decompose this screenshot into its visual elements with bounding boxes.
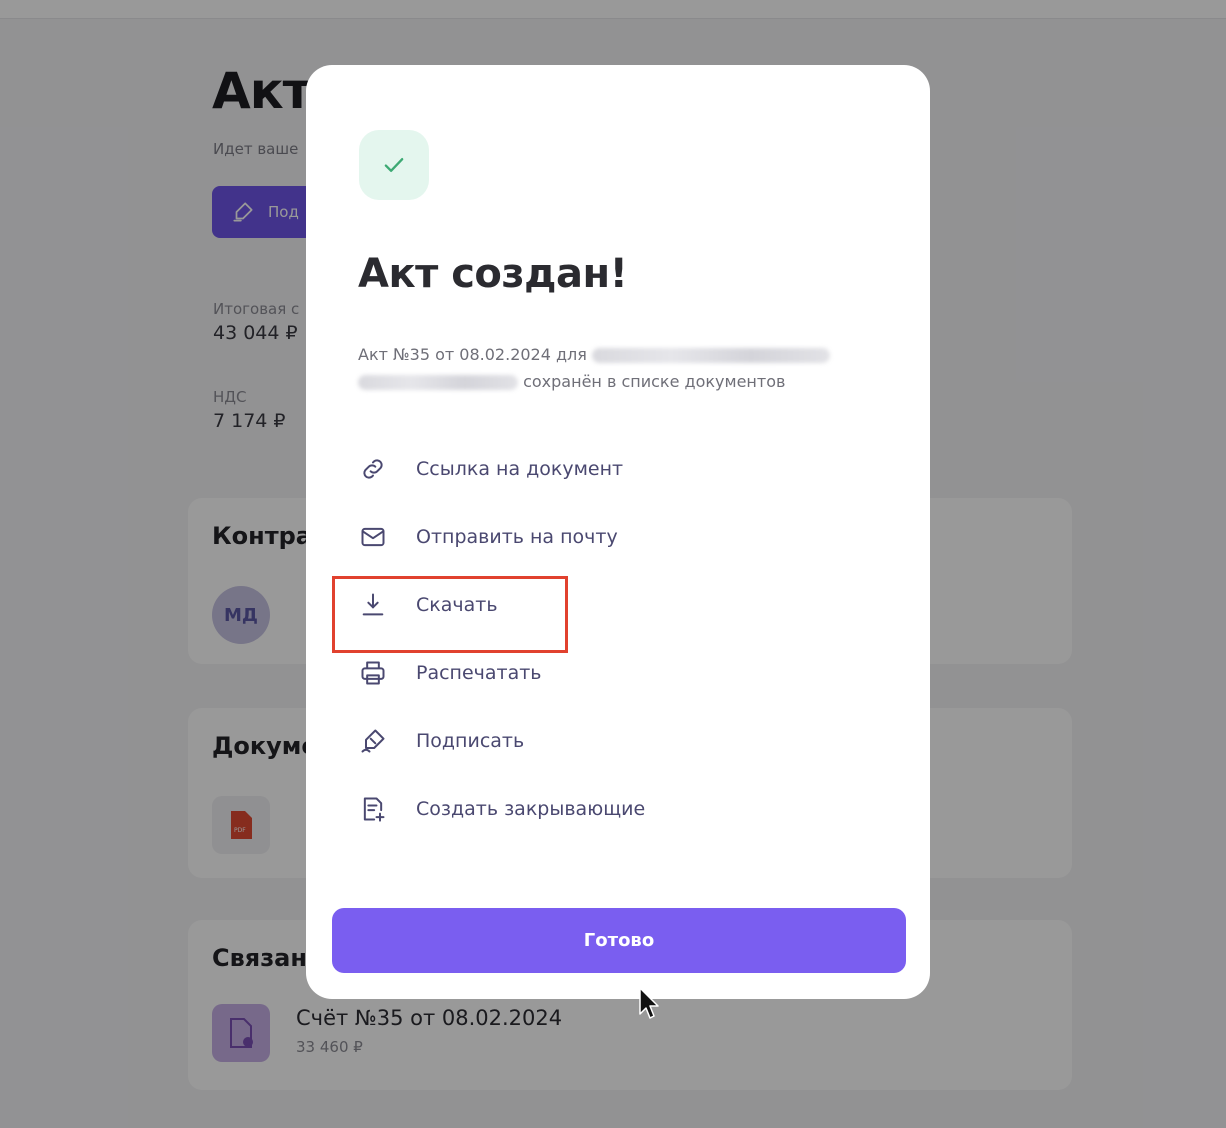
mail-icon bbox=[358, 522, 388, 552]
blurred-counterparty-name bbox=[592, 348, 830, 363]
success-badge bbox=[359, 130, 429, 200]
copy-link-action[interactable]: Ссылка на документ bbox=[358, 435, 878, 503]
done-button[interactable]: Готово bbox=[332, 908, 906, 973]
modal-title: Акт создан! bbox=[358, 251, 628, 297]
mouse-cursor-icon bbox=[639, 987, 659, 1019]
modal-description: Акт №35 от 08.02.2024 для сохранён в спи… bbox=[358, 341, 878, 395]
copy-link-label: Ссылка на документ bbox=[416, 458, 624, 480]
printer-icon bbox=[358, 658, 388, 688]
download-label: Скачать bbox=[416, 594, 498, 616]
description-part1: Акт №35 от 08.02.2024 для bbox=[358, 345, 587, 364]
link-icon bbox=[358, 454, 388, 484]
print-label: Распечатать bbox=[416, 662, 542, 684]
sign-action[interactable]: Подписать bbox=[358, 707, 878, 775]
action-list: Ссылка на документ Отправить на почту Ск… bbox=[358, 435, 878, 843]
document-add-icon bbox=[358, 794, 388, 824]
download-action[interactable]: Скачать bbox=[358, 571, 878, 639]
print-action[interactable]: Распечатать bbox=[358, 639, 878, 707]
send-email-action[interactable]: Отправить на почту bbox=[358, 503, 878, 571]
signature-pen-icon bbox=[358, 726, 388, 756]
create-closing-docs-action[interactable]: Создать закрывающие bbox=[358, 775, 878, 843]
blurred-counterparty-name-2 bbox=[358, 375, 518, 390]
checkmark-icon bbox=[384, 158, 404, 172]
description-part2: сохранён в списке документов bbox=[523, 372, 786, 391]
create-closing-docs-label: Создать закрывающие bbox=[416, 798, 646, 820]
send-email-label: Отправить на почту bbox=[416, 526, 618, 548]
download-icon bbox=[358, 590, 388, 620]
act-created-modal: Акт создан! Акт №35 от 08.02.2024 для со… bbox=[306, 65, 930, 999]
sign-label: Подписать bbox=[416, 730, 525, 752]
